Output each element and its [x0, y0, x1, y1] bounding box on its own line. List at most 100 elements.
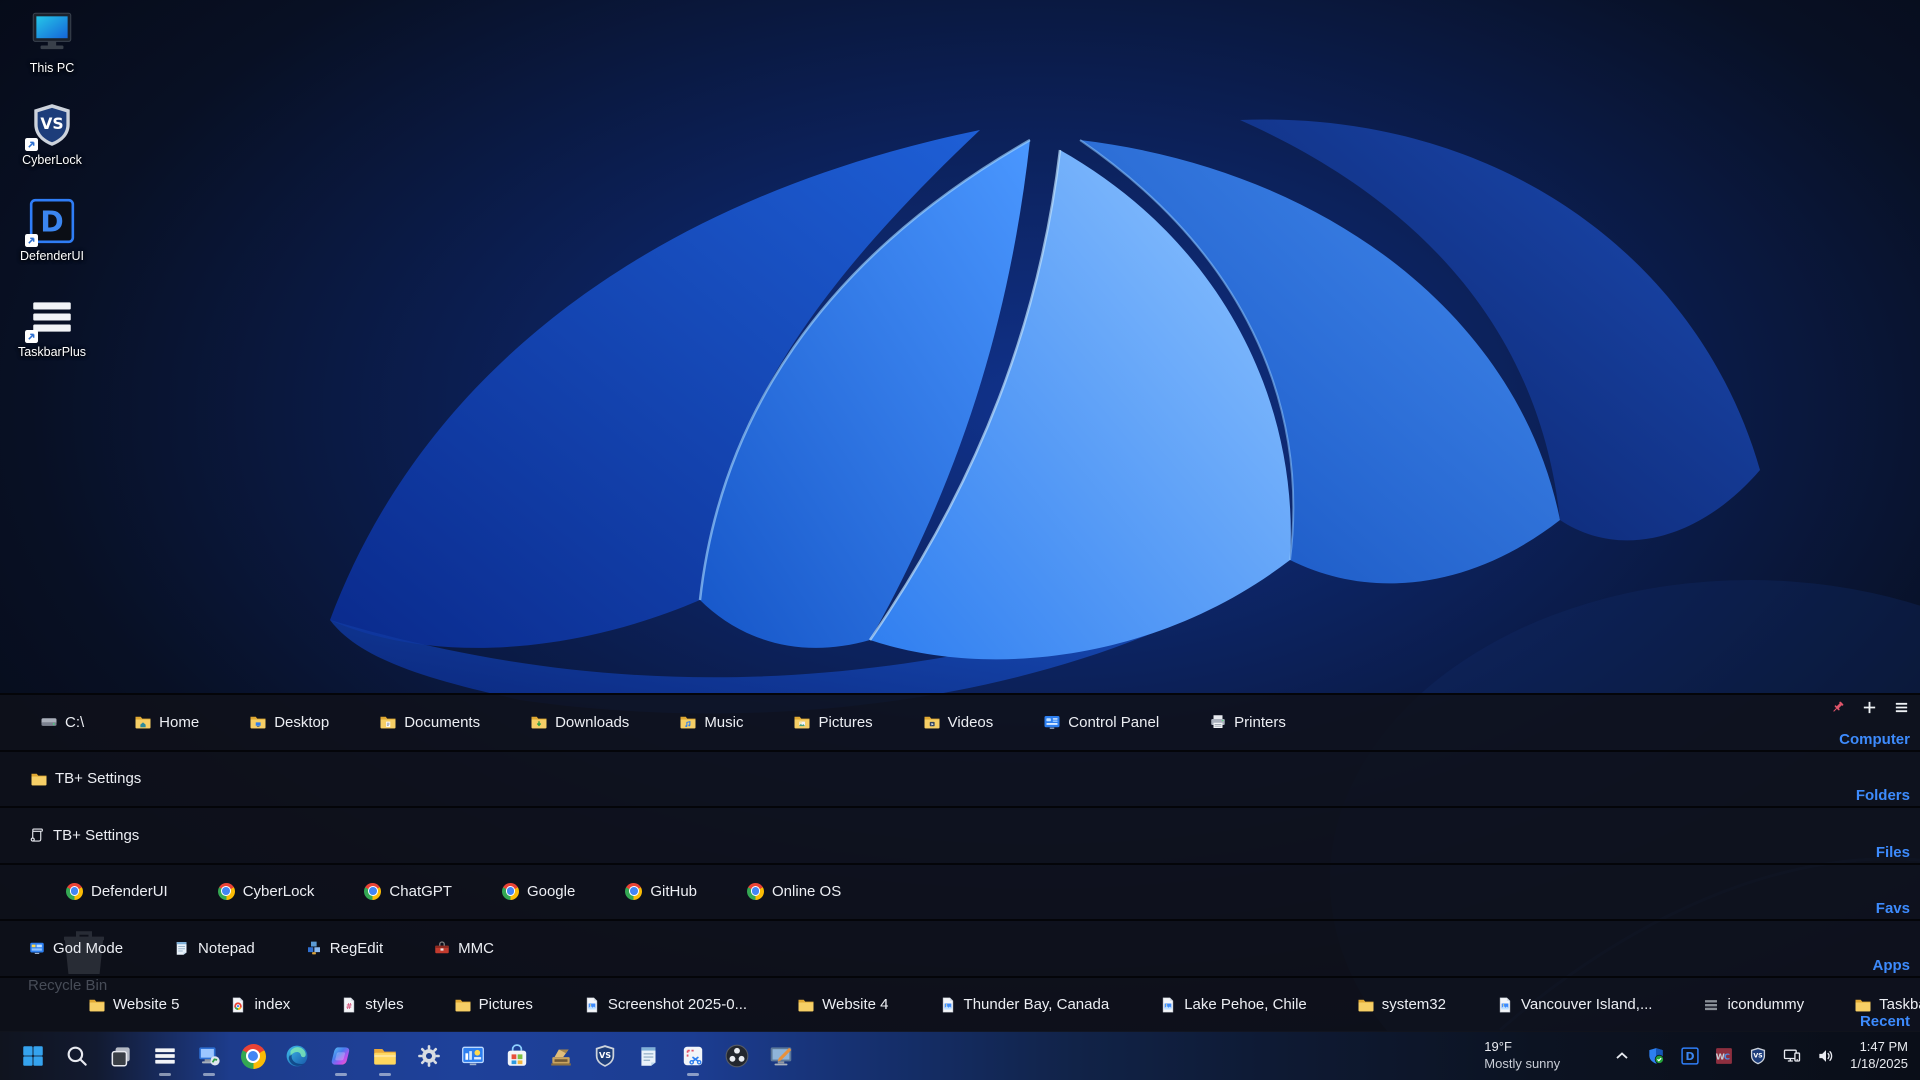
taskbar-system-monitor-button[interactable]	[454, 1034, 492, 1078]
panel-item-chatgpt[interactable]: ChatGPT	[364, 883, 452, 901]
control-panel-icon	[1043, 713, 1061, 731]
panel-row-items: God Mode Notepad RegEdit MMC	[0, 921, 544, 976]
desktop-icon-label: This PC	[6, 61, 98, 75]
taskbar-notepad-button[interactable]	[630, 1034, 668, 1078]
panel-item-music[interactable]: Music	[679, 713, 743, 731]
weather-temp: 19°F	[1484, 1039, 1560, 1056]
tray-windows-security-button[interactable]	[1646, 1046, 1666, 1066]
panel-item-label: Music	[704, 714, 743, 731]
taskbar-settings-button[interactable]	[410, 1034, 448, 1078]
folder-icon	[1854, 996, 1872, 1014]
panel-row-items: TB+ Settings	[0, 808, 189, 863]
tray-volume-button[interactable]	[1816, 1046, 1836, 1066]
panel-item-lake-pehoe-chile[interactable]: Lake Pehoe, Chile	[1159, 996, 1307, 1014]
taskbar-search-button[interactable]	[58, 1034, 96, 1078]
panel-item-icondummy[interactable]: icondummy	[1702, 996, 1804, 1014]
panel-item-online-os[interactable]: Online OS	[747, 883, 841, 901]
taskbar-start-button[interactable]	[14, 1034, 52, 1078]
desktop-icon-cyberlock[interactable]: VSCyberLock	[6, 100, 98, 167]
panel-item-cyberlock[interactable]: CyberLock	[218, 883, 315, 901]
panel-item-google[interactable]: Google	[502, 883, 575, 901]
panel-item-label: Notepad	[198, 940, 255, 957]
scroll-icon	[28, 826, 46, 844]
panel-item-github[interactable]: GitHub	[625, 883, 697, 901]
add-item-button[interactable]	[1861, 699, 1878, 716]
folder-icon	[88, 996, 106, 1014]
folder-downloads-icon	[530, 713, 548, 731]
panel-item-printers[interactable]: Printers	[1209, 713, 1286, 731]
panel-item-label: styles	[365, 996, 403, 1013]
pin-panel-button[interactable]	[1829, 699, 1846, 716]
taskbar-cyberlock-button[interactable]: VS	[586, 1034, 624, 1078]
panel-item-label: Google	[527, 883, 575, 900]
svg-text:VS: VS	[599, 1050, 611, 1060]
panel-item-screenshot-2025-0[interactable]: Screenshot 2025-0...	[583, 996, 747, 1014]
panel-item-website-4[interactable]: Website 4	[797, 996, 888, 1014]
panel-item-god-mode[interactable]: God Mode	[28, 939, 123, 957]
panel-item-label: ChatGPT	[389, 883, 452, 900]
panel-item-label: Desktop	[274, 714, 329, 731]
clock[interactable]: 1:47 PM 1/18/2025	[1850, 1039, 1908, 1073]
taskbar-computer-management-button[interactable]	[190, 1034, 228, 1078]
running-indicator	[379, 1073, 391, 1076]
taskbar-taskbarplus-button[interactable]	[146, 1034, 184, 1078]
panel-item-control-panel[interactable]: Control Panel	[1043, 713, 1159, 731]
panel-item-styles[interactable]: # styles	[340, 996, 403, 1014]
tray-cyberlock-button[interactable]: VS	[1748, 1046, 1768, 1066]
tray-network-button[interactable]	[1782, 1046, 1802, 1066]
tray-winclone-button[interactable]: WC	[1714, 1046, 1734, 1066]
bars-white-icon	[152, 1043, 178, 1069]
page-css-icon: #	[340, 996, 358, 1014]
panel-item-pictures[interactable]: Pictures	[454, 996, 533, 1014]
taskbar-task-view-button[interactable]	[102, 1034, 140, 1078]
panel-menu-button[interactable]	[1893, 699, 1910, 716]
taskbar-display-paint-button[interactable]	[762, 1034, 800, 1078]
edge-icon	[284, 1043, 310, 1069]
chrome-icon	[625, 883, 643, 901]
tray-defenderui-button[interactable]: D	[1680, 1046, 1700, 1066]
panel-item-home[interactable]: Home	[134, 713, 199, 731]
taskbar-chrome-button[interactable]	[234, 1034, 272, 1078]
panel-item-desktop[interactable]: Desktop	[249, 713, 329, 731]
panel-item-mmc[interactable]: MMC	[433, 939, 494, 957]
desktop-icon-defenderui[interactable]: DDefenderUI	[6, 196, 98, 263]
weather-widget[interactable]: 19°F Mostly sunny	[1484, 1039, 1560, 1073]
panel-item-regedit[interactable]: RegEdit	[305, 939, 383, 957]
taskbar-edge-button[interactable]	[278, 1034, 316, 1078]
folder-desktop-icon	[249, 713, 267, 731]
taskbar-app-icons: VS	[0, 1034, 800, 1078]
panel-item-index[interactable]: index	[229, 996, 290, 1014]
panel-item-system32[interactable]: system32	[1357, 996, 1446, 1014]
panel-item-thunder-bay-canada[interactable]: Thunder Bay, Canada	[939, 996, 1110, 1014]
panel-item-defenderui[interactable]: DefenderUI	[66, 883, 168, 901]
obs-icon	[724, 1043, 750, 1069]
taskbar-obs-studio-button[interactable]	[718, 1034, 756, 1078]
desktop-icon-label: CyberLock	[6, 153, 98, 167]
thispc-icon	[27, 8, 77, 58]
taskbar-file-crusher-button[interactable]	[542, 1034, 580, 1078]
panel-item-notepad[interactable]: Notepad	[173, 939, 255, 957]
panel-item-website-5[interactable]: Website 5	[88, 996, 179, 1014]
desktop-icon-taskbarplus[interactable]: TaskbarPlus	[6, 292, 98, 359]
panel-item-tb-settings[interactable]: TB+ Settings	[28, 826, 139, 844]
panel-item-downloads[interactable]: Downloads	[530, 713, 629, 731]
taskbar-file-explorer-button[interactable]	[366, 1034, 404, 1078]
panel-item-pictures[interactable]: Pictures	[793, 713, 872, 731]
panel-row-recent: Website 5 index # styles Pictures Screenshot …	[0, 976, 1920, 1033]
panel-item-label: Videos	[948, 714, 994, 731]
tray-hidden-icons-button[interactable]	[1612, 1046, 1632, 1066]
panel-item-taskbarplus-30-go[interactable]: TaskbarPlus 30 Go...	[1854, 996, 1920, 1014]
panel-item-vancouver-island[interactable]: Vancouver Island,...	[1496, 996, 1652, 1014]
taskbar-copilot-button[interactable]	[322, 1034, 360, 1078]
panel-item-videos[interactable]: Videos	[923, 713, 994, 731]
panel-item-c[interactable]: C:\	[40, 713, 84, 731]
panel-row-folders: TB+ SettingsFolders	[0, 750, 1920, 807]
taskbar-snipping-tool-button[interactable]	[674, 1034, 712, 1078]
shortcut-arrow-icon	[25, 234, 38, 247]
panel-item-label: TB+ Settings	[55, 770, 141, 787]
desktop-icon-this-pc[interactable]: This PC	[6, 8, 98, 75]
panel-item-tb-settings[interactable]: TB+ Settings	[30, 770, 141, 788]
folder-documents-icon	[379, 713, 397, 731]
panel-item-documents[interactable]: Documents	[379, 713, 480, 731]
taskbar-microsoft-store-button[interactable]	[498, 1034, 536, 1078]
